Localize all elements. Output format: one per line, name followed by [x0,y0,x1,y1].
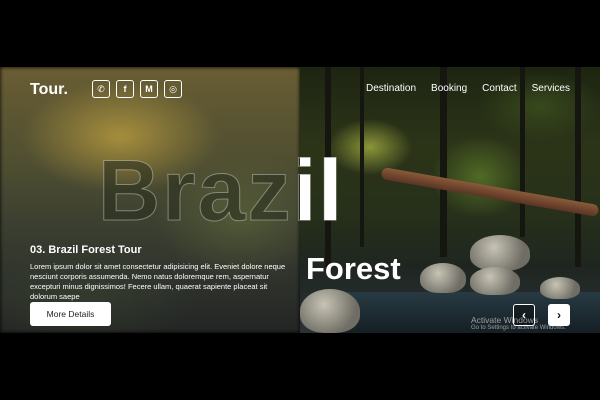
site-logo[interactable]: Tour. [30,81,68,99]
tree-trunk [575,67,581,267]
rock [300,289,360,333]
watermark-subtitle: Go to Settings to activate Windows. [471,325,566,332]
nav-contact[interactable]: Contact [482,83,516,94]
instagram-icon[interactable]: ◎ [164,80,182,98]
whatsapp-icon[interactable]: ✆ [92,80,110,98]
medium-icon[interactable]: M [140,80,158,98]
nav-services[interactable]: Services [532,83,570,94]
hero-subtitle: Forest [306,251,401,286]
more-details-button[interactable]: More Details [30,302,111,326]
rock [540,277,580,299]
hero-title-clip: Brazil [300,148,500,253]
tour-title: 03. Brazil Forest Tour [30,244,142,256]
nav-booking[interactable]: Booking [431,83,467,94]
nav-destination[interactable]: Destination [366,83,416,94]
rock [470,267,520,295]
activate-windows-watermark: Activate Windows Go to Settings to activ… [471,315,566,332]
facebook-icon[interactable]: f [116,80,134,98]
rock [420,263,466,293]
watermark-title: Activate Windows [471,315,539,325]
main-nav: Destination Booking Contact Services [366,83,570,94]
tour-description: Lorem ipsum dolor sit amet consectetur a… [30,262,286,301]
hero-title: Brazil [300,148,345,239]
social-links: ✆ f M ◎ [92,80,182,98]
